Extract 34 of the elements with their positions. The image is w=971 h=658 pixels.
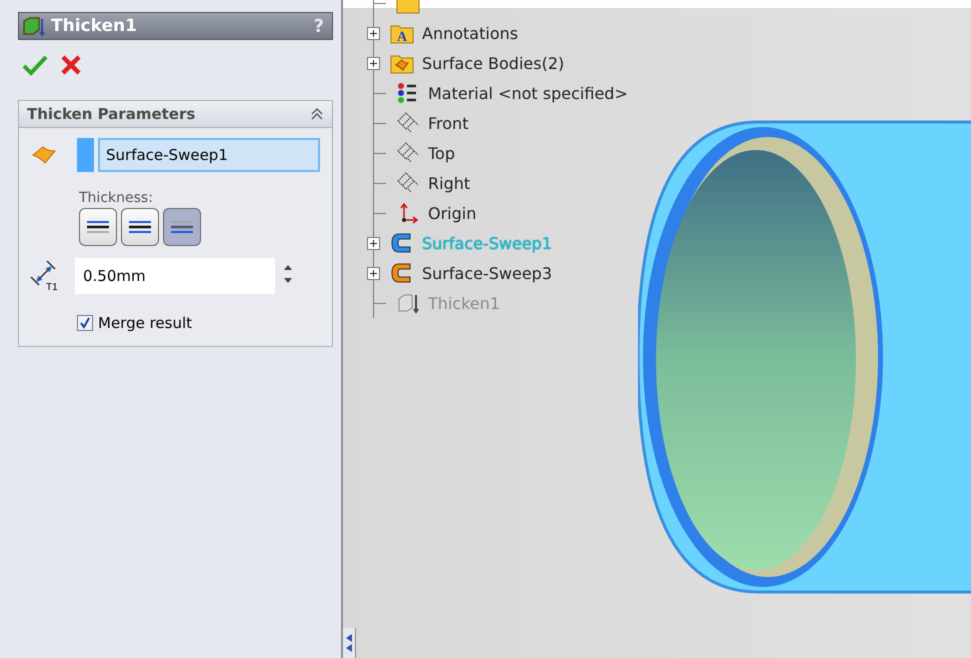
thicken-feature-icon bbox=[396, 292, 420, 314]
collapse-arrows-icon[interactable] bbox=[345, 632, 353, 654]
plane-icon bbox=[396, 112, 420, 134]
plane-icon bbox=[396, 142, 420, 164]
selection-color-swatch bbox=[77, 138, 94, 172]
expand-plus-icon[interactable] bbox=[367, 266, 380, 280]
merge-checkbox[interactable] bbox=[77, 315, 93, 331]
tree-item[interactable]: Annotations bbox=[422, 24, 518, 42]
tree-item[interactable]: Origin bbox=[428, 204, 476, 222]
group-title: Thicken Parameters bbox=[27, 105, 196, 123]
panel-title: Thicken1 bbox=[51, 16, 138, 36]
group-header[interactable]: Thicken Parameters bbox=[19, 101, 332, 128]
expand-plus-icon[interactable] bbox=[367, 26, 380, 40]
expand-plus-icon[interactable] bbox=[367, 56, 380, 70]
plane-icon bbox=[396, 172, 420, 194]
face-selection-field[interactable]: Surface-Sweep1 bbox=[98, 138, 320, 172]
tree-item[interactable]: Surface-Sweep3 bbox=[422, 264, 552, 282]
surface-icon bbox=[31, 145, 57, 165]
tree-item[interactable]: Top bbox=[428, 144, 455, 162]
tree-item[interactable]: Right bbox=[428, 174, 470, 192]
thicken-side-button[interactable] bbox=[79, 208, 117, 246]
thicken-feature-icon bbox=[21, 15, 47, 37]
panel-splitter[interactable] bbox=[343, 628, 356, 658]
cancel-x-icon[interactable] bbox=[60, 54, 82, 76]
tree-item[interactable]: Surface Bodies(2) bbox=[422, 54, 564, 72]
merge-label: Merge result bbox=[98, 314, 192, 332]
collapse-chevron-icon[interactable] bbox=[310, 107, 324, 121]
ok-check-icon[interactable] bbox=[22, 54, 48, 76]
tree-item[interactable]: Front bbox=[428, 114, 468, 132]
thickness-label: Thickness: bbox=[79, 190, 154, 206]
thickness-input[interactable]: 0.50mm bbox=[75, 258, 275, 294]
tree-item[interactable]: Material <not specified> bbox=[428, 84, 628, 102]
expand-plus-icon[interactable] bbox=[367, 236, 380, 250]
thicken-side-button[interactable] bbox=[121, 208, 159, 246]
